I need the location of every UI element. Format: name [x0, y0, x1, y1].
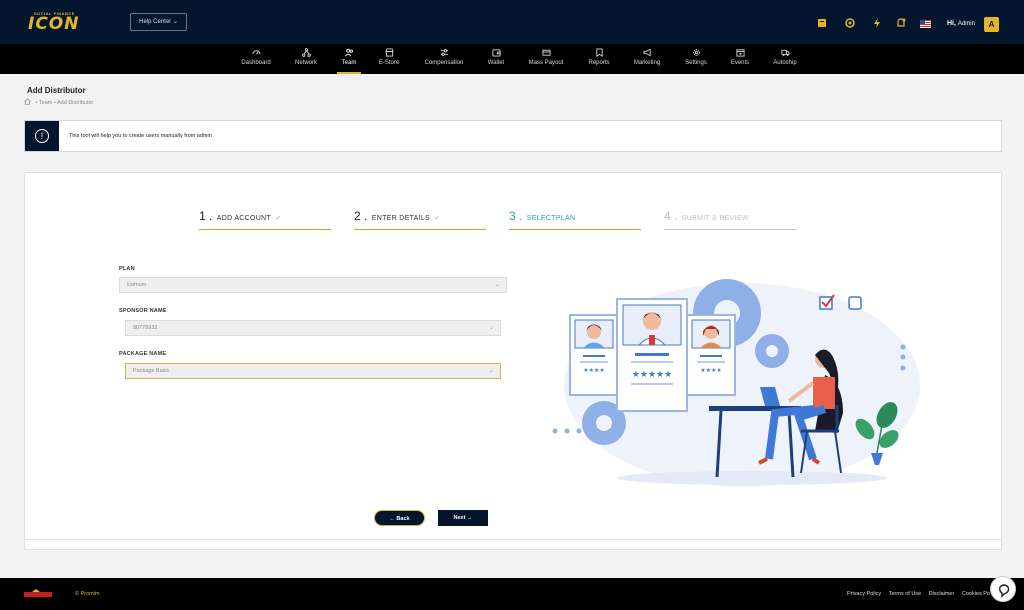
step-enter-details[interactable]: 2 . ENTER DETAILS ✓: [354, 207, 486, 230]
card-bottom-strip: [24, 540, 1002, 550]
chevron-down-icon: ⌄: [494, 282, 500, 288]
avatar[interactable]: A: [984, 17, 999, 32]
team-icon: [344, 48, 353, 57]
plan-label: PLAN: [119, 266, 135, 272]
package-name-select[interactable]: Package Basic ⌄: [125, 363, 501, 379]
nav-wallet[interactable]: Wallet: [484, 46, 508, 72]
recruitment-illustration: ★★★★ ★★★★ ★★★★★: [552, 279, 920, 487]
terms-link[interactable]: Terms of Use: [889, 591, 921, 597]
privacy-policy-link[interactable]: Privacy Policy: [847, 591, 881, 597]
footer-links: Privacy Policy Terms of Use Disclaimer C…: [841, 591, 990, 597]
brand-logo[interactable]: SOCIAL FINANCE ICON: [28, 11, 90, 34]
wallet-icon: [491, 49, 501, 57]
payout-icon: [541, 49, 551, 56]
chevron-down-icon: ⌄: [488, 325, 494, 331]
chat-widget-button[interactable]: [990, 576, 1016, 602]
nav-mass-payout[interactable]: Mass Payout: [525, 46, 567, 72]
step-add-account[interactable]: 1 . ADD ACCOUNT ✓: [199, 207, 331, 230]
bell-icon[interactable]: [896, 18, 906, 28]
step-submit-review[interactable]: 4 . SUBMIT & REVIEW: [664, 207, 796, 230]
chevron-down-icon: ⌄: [488, 368, 494, 374]
info-icon-box: !: [25, 121, 59, 151]
check-icon: ✓: [275, 215, 282, 222]
dashboard-icon: [251, 50, 261, 55]
back-button[interactable]: ← Back: [374, 510, 425, 526]
nav-network[interactable]: Network: [290, 46, 322, 72]
page-title: Add Distributor: [27, 86, 86, 95]
plan-select[interactable]: icomum ⌄: [119, 277, 507, 293]
coin-icon[interactable]: [845, 18, 855, 28]
reports-icon: [595, 48, 603, 57]
next-button[interactable]: Next →: [438, 510, 488, 526]
nav-compensation[interactable]: Compensation: [420, 46, 468, 72]
nav-settings[interactable]: Settings: [682, 46, 710, 72]
nav-marketing[interactable]: Marketing: [630, 46, 664, 72]
top-bar: SOCIAL FINANCE ICON Help Center ⌄ Hi, Ad…: [0, 0, 1024, 44]
info-alert: ! This tool will help you to create user…: [24, 120, 1002, 152]
help-center-button[interactable]: Help Center ⌄: [130, 13, 187, 31]
svg-text:★★★★★: ★★★★★: [632, 369, 672, 379]
main-nav: Dashboard Network Team E-Store Compensat…: [0, 44, 1024, 74]
footer-logo[interactable]: [24, 589, 52, 599]
network-icon: [301, 48, 311, 57]
alert-text: This tool will help you to create users …: [69, 133, 212, 139]
nav-team[interactable]: Team: [337, 46, 361, 74]
step-select-plan[interactable]: 3 . SELECTPLAN: [509, 207, 641, 230]
lightning-icon[interactable]: [872, 18, 882, 28]
package-name-label: PACKAGE NAME: [119, 351, 167, 357]
check-icon: ✓: [434, 215, 441, 222]
nav-events[interactable]: Events: [728, 46, 752, 72]
svg-text:★★★★: ★★★★: [583, 367, 605, 374]
greeting: Hi, Admin: [947, 20, 975, 27]
sponsor-name-label: SPONSOR NAME: [119, 308, 167, 314]
home-icon[interactable]: [23, 98, 32, 107]
wizard-card: 1 . ADD ACCOUNT ✓ 2 . ENTER DETAILS ✓ 3 …: [24, 172, 1002, 540]
nav-estore[interactable]: E-Store: [375, 46, 403, 72]
nav-reports[interactable]: Reports: [584, 46, 614, 72]
info-icon: !: [35, 129, 49, 143]
footer: © Promlm Privacy Policy Terms of Use Dis…: [0, 578, 1024, 610]
gear-icon: [692, 49, 700, 56]
notes-icon[interactable]: [817, 18, 827, 28]
sliders-icon: [440, 49, 448, 56]
truck-icon: [780, 49, 790, 57]
us-flag-icon[interactable]: [920, 20, 931, 28]
nav-dashboard[interactable]: Dashboard: [236, 46, 276, 72]
disclaimer-link[interactable]: Disclaimer: [929, 591, 955, 597]
calendar-icon: [735, 49, 745, 57]
svg-text:★★★★: ★★★★: [700, 367, 722, 374]
nav-autoship[interactable]: Autoship: [770, 46, 800, 72]
cookies-link[interactable]: Cookies Po: [962, 591, 990, 597]
breadcrumb: • Team • Add Distributor: [23, 98, 93, 107]
megaphone-icon: [642, 48, 651, 57]
sponsor-name-select[interactable]: 80778932 ⌄: [125, 320, 501, 336]
copyright: © Promlm: [75, 591, 100, 597]
chat-icon: [999, 584, 1010, 598]
store-icon: [384, 48, 394, 57]
